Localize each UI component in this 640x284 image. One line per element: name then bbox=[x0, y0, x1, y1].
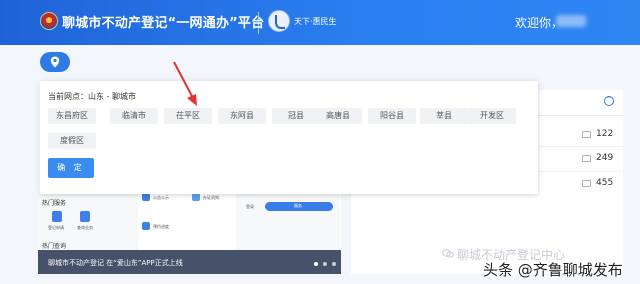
location-pin-icon bbox=[50, 56, 60, 68]
site-title: 聊城市不动产登记“一网通办”平台 bbox=[62, 16, 265, 31]
stat-row: 122 bbox=[582, 129, 622, 141]
region-chip-dujiaqu[interactable]: 度假区 bbox=[48, 133, 96, 149]
register-apply-icon[interactable] bbox=[52, 211, 62, 222]
more-options-icon[interactable] bbox=[604, 94, 614, 106]
carousel-dot[interactable] bbox=[323, 262, 327, 266]
partner-logo-icon bbox=[268, 10, 290, 32]
source-credit: 头条 @齐鲁聊城发布 bbox=[483, 261, 623, 279]
row-divider bbox=[538, 146, 623, 147]
query-business-icon[interactable] bbox=[80, 211, 90, 222]
stat-value: 122 bbox=[596, 129, 614, 139]
stat-value: 249 bbox=[596, 153, 614, 163]
region-chip-linqing[interactable]: 临清市 bbox=[110, 108, 158, 124]
preview-blue-button-label: 服务 bbox=[294, 203, 302, 208]
carousel-dot[interactable] bbox=[332, 262, 336, 266]
card-divider bbox=[535, 115, 623, 116]
stat-row: 249 bbox=[582, 153, 622, 165]
stat-row: 455 bbox=[582, 178, 622, 190]
region-chip-kaifaqu[interactable]: 开发区 bbox=[468, 108, 516, 124]
announcement-label: 公告公示 bbox=[153, 195, 169, 200]
news-banner-text: 聊城市不动产登记 在“爱山东”APP正式上线 bbox=[48, 259, 183, 267]
progress-query-label: 预约进度 bbox=[153, 224, 169, 229]
row-divider bbox=[538, 171, 623, 172]
book-icon bbox=[582, 180, 591, 187]
announcement-icon[interactable] bbox=[142, 193, 150, 201]
national-emblem-icon bbox=[40, 12, 58, 30]
blurred-username[interactable] bbox=[556, 15, 586, 27]
certificate-notice-icon[interactable] bbox=[192, 193, 200, 201]
region-chip-dong-e[interactable]: 东阿县 bbox=[218, 108, 266, 124]
progress-query-icon[interactable] bbox=[142, 222, 150, 230]
wechat-watermark-icon bbox=[442, 249, 454, 258]
region-chip-shenxian[interactable]: 莘县 bbox=[420, 108, 468, 124]
current-branch-label: 当前网点：山东 - 聊城市 bbox=[48, 92, 136, 101]
region-chip-gaotang[interactable]: 高唐县 bbox=[314, 108, 362, 124]
register-apply-label: 登记申请 bbox=[48, 225, 64, 230]
login-preview-panel bbox=[236, 192, 340, 252]
location-selector-button[interactable] bbox=[40, 52, 70, 72]
region-chip-guanxian[interactable]: 冠县 bbox=[272, 108, 320, 124]
hot-services-heading: 热门服务 bbox=[42, 200, 67, 207]
book-icon bbox=[582, 131, 591, 138]
query-business-label: 查询业务 bbox=[77, 225, 93, 230]
book-icon bbox=[582, 155, 591, 162]
hot-query-heading: 热门查询 bbox=[42, 243, 67, 250]
carousel-dot-active[interactable] bbox=[314, 262, 318, 266]
region-chip-dongchangfu[interactable]: 东昌府区 bbox=[48, 108, 96, 124]
certificate-notice-label: 办证须知 bbox=[203, 195, 219, 200]
login-tag: 登录 bbox=[246, 204, 254, 209]
stat-value: 455 bbox=[596, 178, 614, 188]
partner-logo-text: 天下·惠民生 bbox=[294, 17, 337, 26]
header-divider bbox=[258, 12, 259, 34]
red-annotation-arrow bbox=[173, 61, 197, 106]
confirm-button[interactable]: 确 定 bbox=[48, 158, 94, 178]
region-chip-yanggu[interactable]: 阳谷县 bbox=[368, 108, 416, 124]
